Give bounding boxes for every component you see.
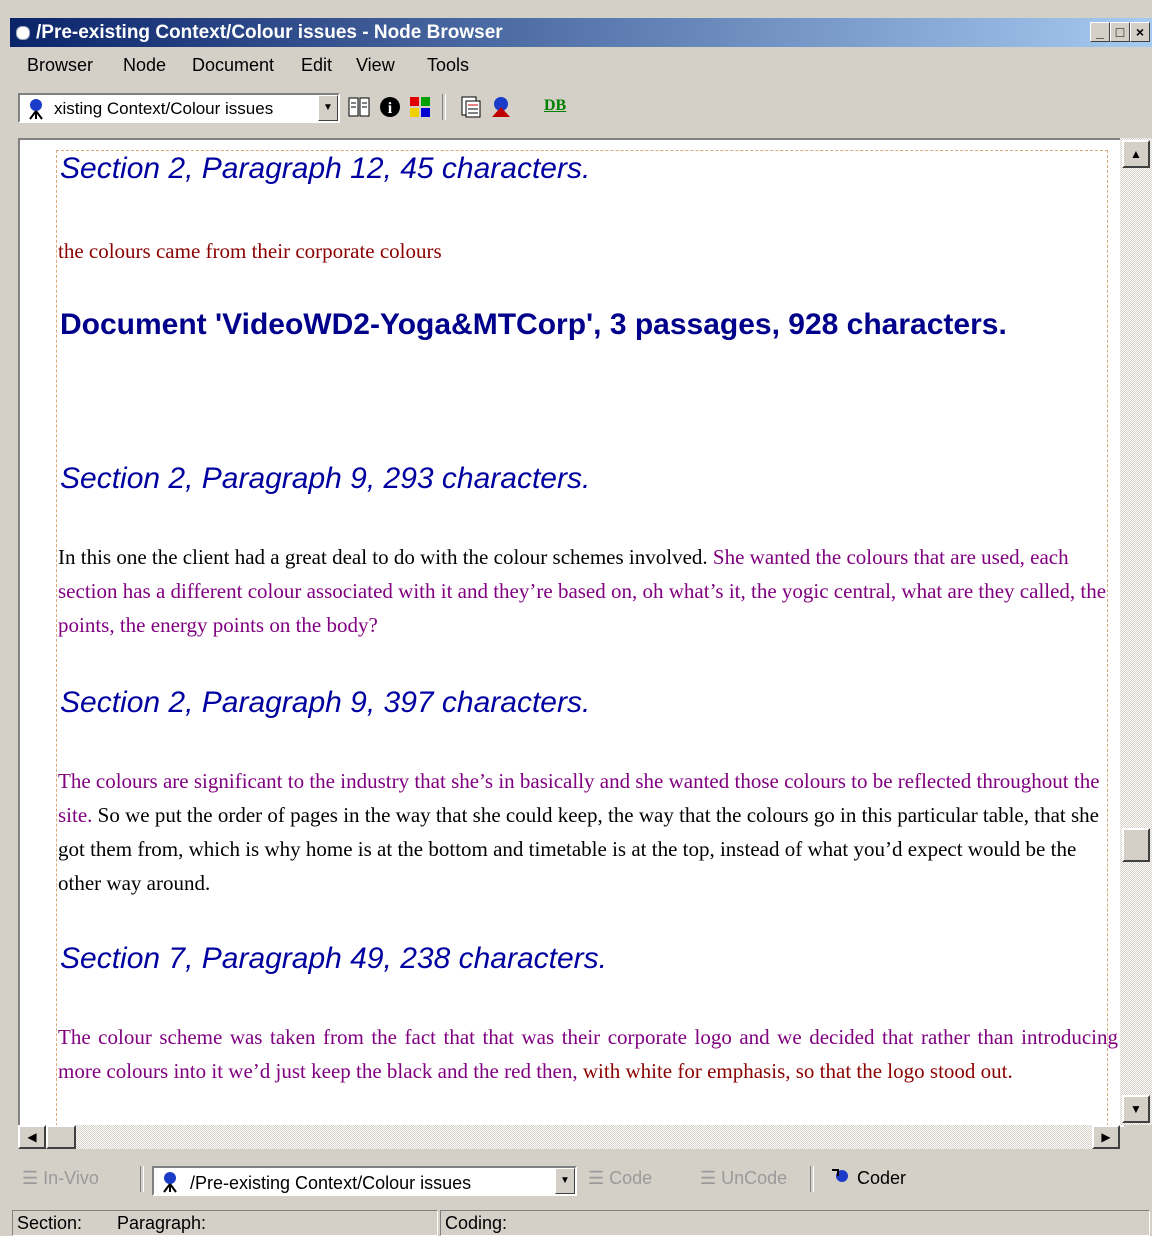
coding-node-combo[interactable]: /Pre-existing Context/Colour issues ▼ — [152, 1166, 577, 1196]
status-panel-position: Section: Paragraph: — [12, 1210, 438, 1236]
menu-view[interactable]: View — [356, 55, 395, 76]
passage-heading: Section 2, Paragraph 12, 45 characters. — [60, 152, 591, 185]
passage-heading: Section 2, Paragraph 9, 293 characters. — [60, 462, 591, 495]
uncode-label: UnCode — [721, 1168, 788, 1188]
status-paragraph: Paragraph: — [117, 1213, 207, 1233]
passage-text-uncoded: So we put the order of pages in the way … — [58, 803, 1099, 895]
lines-icon: ☰ — [588, 1168, 605, 1188]
app-icon — [16, 26, 30, 40]
book-icon[interactable] — [347, 96, 371, 118]
report-icon[interactable] — [458, 95, 482, 119]
passage-heading: Section 2, Paragraph 9, 397 characters. — [60, 686, 591, 719]
code-label: Code — [609, 1168, 653, 1188]
passage-heading: Section 7, Paragraph 49, 238 characters. — [60, 942, 608, 975]
chevron-down-icon[interactable]: ▼ — [555, 1168, 575, 1194]
menu-node[interactable]: Node — [123, 55, 166, 76]
passage-text-uncoded: In this one the client had a great deal … — [58, 545, 713, 569]
menu-edit[interactable]: Edit — [301, 55, 332, 76]
node-path-combo[interactable]: xisting Context/Colour issues ▼ — [18, 93, 340, 123]
passage-text: The colour scheme was taken from the fac… — [58, 1020, 1118, 1088]
window-title: /Pre-existing Context/Colour issues - No… — [36, 22, 503, 43]
invivo-button[interactable]: ☰ In-Vivo — [22, 1168, 99, 1189]
node-coder-icon[interactable] — [488, 95, 514, 119]
uncode-button[interactable]: ☰ UnCode — [700, 1168, 787, 1189]
passage-text: The colours are significant to the indus… — [58, 764, 1118, 900]
title-bar[interactable]: /Pre-existing Context/Colour issues - No… — [10, 18, 1152, 47]
svg-text:i: i — [388, 100, 393, 117]
document-view[interactable]: Section 2, Paragraph 12, 45 characters. … — [18, 138, 1124, 1127]
node-path-text: xisting Context/Colour issues — [54, 99, 274, 118]
scroll-left-button[interactable]: ◀ — [18, 1125, 46, 1149]
scroll-thumb[interactable] — [1122, 828, 1150, 862]
status-bar: Section: Paragraph: Coding: — [10, 1208, 1152, 1236]
passage-text: the colours came from their corporate co… — [58, 239, 442, 263]
code-button[interactable]: ☰ Code — [588, 1168, 652, 1189]
vertical-scrollbar[interactable]: ▲ ▼ — [1120, 138, 1152, 1125]
toolbar: xisting Context/Colour issues ▼ i DB — [10, 88, 1152, 128]
menu-document[interactable]: Document — [192, 55, 274, 76]
menu-bar: Browser Node Document Edit View Tools — [10, 49, 1152, 81]
hscroll-thumb[interactable] — [46, 1125, 76, 1149]
status-panel-coding: Coding: — [440, 1210, 1150, 1236]
horizontal-scrollbar[interactable]: ◀ ▶ — [18, 1125, 1120, 1149]
passage-text: In this one the client had a great deal … — [58, 540, 1118, 642]
scroll-right-button[interactable]: ▶ — [1092, 1125, 1120, 1149]
info-icon[interactable]: i — [378, 95, 402, 119]
bar-separator — [810, 1166, 814, 1192]
menu-tools[interactable]: Tools — [427, 55, 469, 76]
toolbar-separator — [442, 94, 446, 120]
maximize-button[interactable]: □ — [1110, 22, 1130, 42]
node-icon — [163, 1172, 177, 1193]
document-heading: Document 'VideoWD2-Yoga&MTCorp', 3 passa… — [60, 308, 1007, 341]
passage-text-coded-alt: with white for emphasis, so that the log… — [582, 1059, 1013, 1083]
bar-separator — [140, 1166, 144, 1192]
status-section: Section: — [17, 1213, 83, 1233]
close-button[interactable]: × — [1130, 22, 1150, 42]
coder-icon — [832, 1169, 848, 1182]
scroll-up-button[interactable]: ▲ — [1122, 140, 1150, 168]
invivo-label: In-Vivo — [43, 1168, 99, 1188]
scroll-down-button[interactable]: ▼ — [1122, 1095, 1150, 1123]
coder-button[interactable]: Coder — [830, 1168, 906, 1189]
status-coding: Coding: — [445, 1213, 508, 1233]
minimize-button[interactable]: _ — [1090, 22, 1110, 42]
chevron-down-icon[interactable]: ▼ — [318, 95, 338, 121]
node-browser-window: /Pre-existing Context/Colour issues - No… — [0, 0, 1152, 1236]
grid-colors-icon[interactable] — [408, 95, 432, 119]
node-icon — [29, 99, 43, 120]
coding-bar: ☰ In-Vivo /Pre-existing Context/Colour i… — [10, 1160, 1152, 1200]
menu-browser[interactable]: Browser — [27, 55, 93, 76]
db-icon[interactable]: DB — [544, 97, 566, 115]
lines-icon: ☰ — [22, 1168, 39, 1188]
coder-label: Coder — [857, 1168, 907, 1188]
coding-node-text: /Pre-existing Context/Colour issues — [190, 1173, 472, 1193]
lines-icon: ☰ — [700, 1168, 717, 1188]
